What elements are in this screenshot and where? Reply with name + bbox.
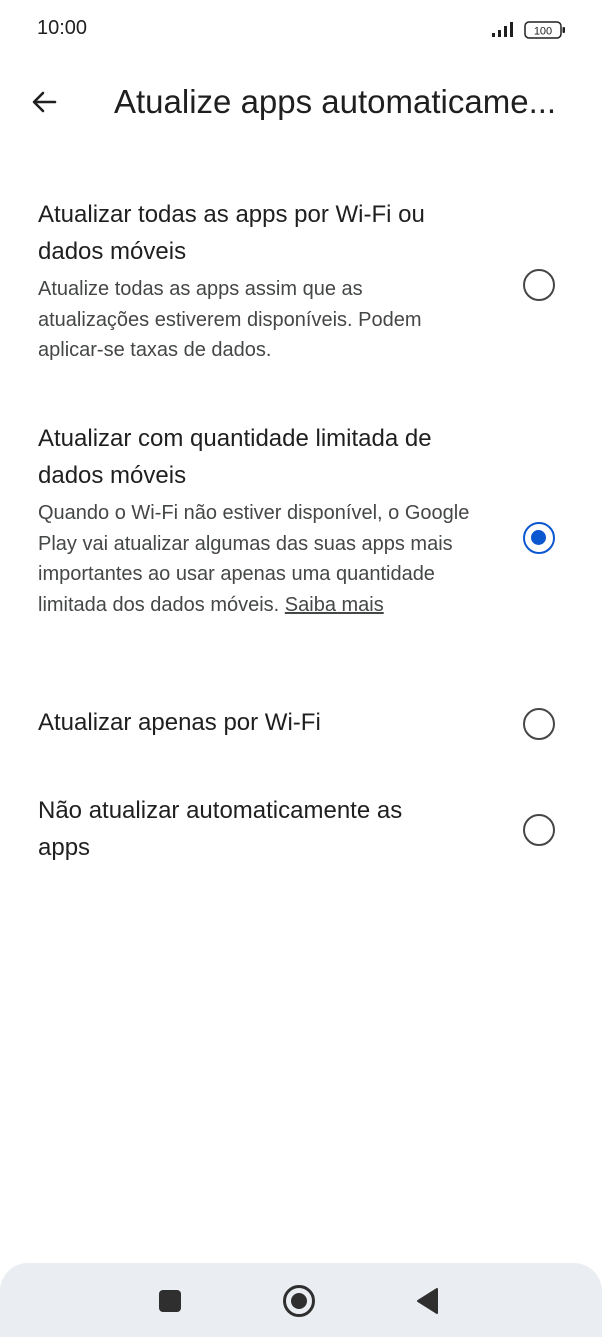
radio-button[interactable] bbox=[523, 269, 555, 301]
option-update-all-wifi-or-mobile[interactable]: Atualizar todas as apps por Wi-Fi ou dad… bbox=[0, 196, 602, 376]
system-back-button[interactable] bbox=[410, 1283, 446, 1319]
circle-home-icon bbox=[283, 1285, 315, 1317]
status-bar: 10:00 100 bbox=[0, 0, 602, 60]
back-button[interactable] bbox=[22, 82, 66, 122]
option-title: Atualizar com quantidade limitada de dad… bbox=[38, 425, 432, 489]
screen: 10:00 100 Atualize apps automaticame... … bbox=[0, 0, 602, 1337]
home-button[interactable] bbox=[281, 1283, 317, 1319]
option-update-limited-mobile-data[interactable]: Atualizar com quantidade limitada de dad… bbox=[0, 420, 602, 660]
option-description: Atualize todas as apps assim que as atua… bbox=[38, 278, 422, 361]
recents-button[interactable] bbox=[152, 1283, 188, 1319]
signal-icon bbox=[492, 22, 513, 37]
option-do-not-auto-update[interactable]: Não atualizar automaticamente as apps bbox=[0, 792, 602, 872]
triangle-back-icon bbox=[417, 1288, 438, 1314]
option-description: Quando o Wi-Fi não estiver disponível, o… bbox=[38, 498, 478, 620]
option-description-text: Quando o Wi-Fi não estiver disponível, o… bbox=[38, 502, 470, 616]
page-title: Atualize apps automaticame... bbox=[114, 83, 557, 120]
learn-more-link[interactable]: Saiba mais bbox=[285, 594, 384, 616]
arrow-back-icon bbox=[32, 91, 57, 113]
status-time: 10:00 bbox=[37, 17, 88, 39]
radio-button[interactable] bbox=[523, 814, 555, 846]
option-title: Atualizar todas as apps por Wi-Fi ou dad… bbox=[38, 201, 425, 265]
battery-icon: 100 bbox=[524, 21, 565, 39]
option-title: Atualizar apenas por Wi-Fi bbox=[38, 709, 321, 736]
option-title: Não atualizar automaticamente as apps bbox=[38, 797, 403, 861]
option-update-wifi-only[interactable]: Atualizar apenas por Wi-Fi bbox=[0, 704, 602, 744]
navigation-bar bbox=[0, 1263, 602, 1337]
battery-level: 100 bbox=[534, 26, 552, 38]
square-recents-icon bbox=[159, 1290, 181, 1312]
radio-button-selected[interactable] bbox=[523, 522, 555, 554]
radio-button[interactable] bbox=[523, 708, 555, 740]
app-bar: Atualize apps automaticame... bbox=[0, 60, 602, 144]
